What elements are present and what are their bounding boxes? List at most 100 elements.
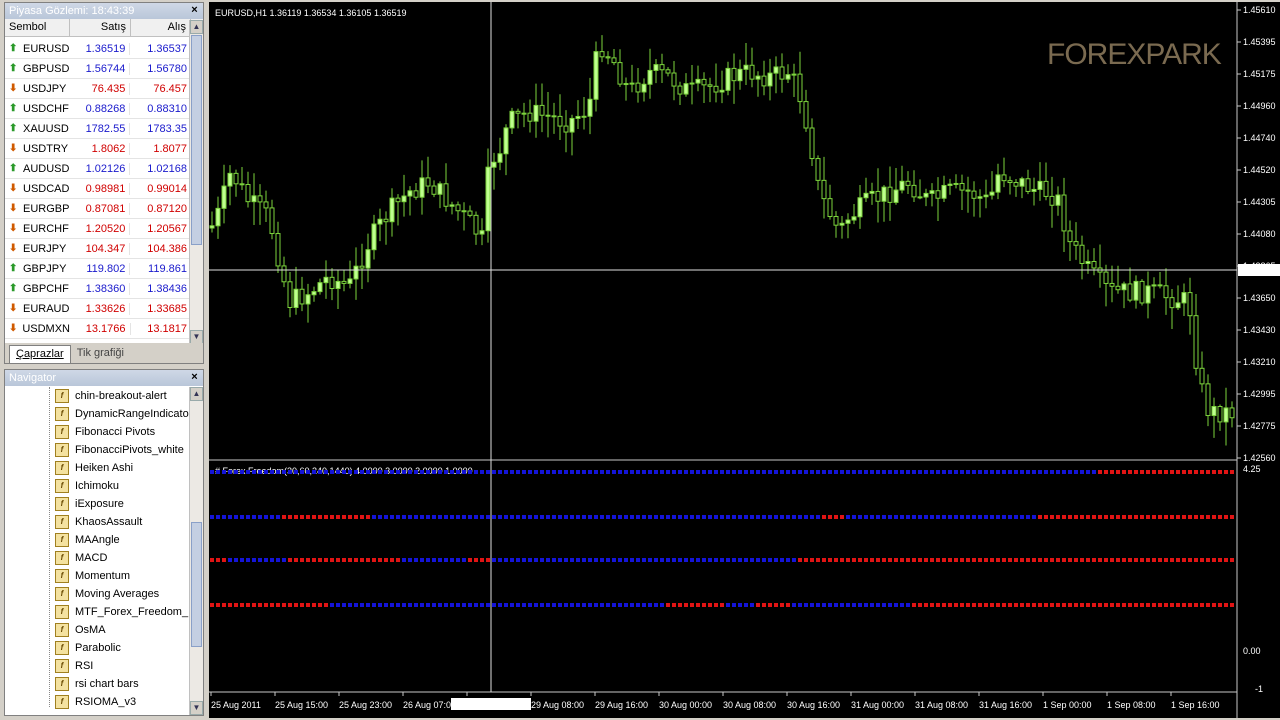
indicator-dot: [336, 603, 340, 607]
indicator-dot: [900, 470, 904, 474]
market-watch-row[interactable]: ⬇ USDTRY 1.8062 1.8077: [5, 139, 191, 159]
indicator-dot: [1068, 515, 1072, 519]
indicator-dot: [756, 470, 760, 474]
cursor-time-label: 2011.08.26 18:00: [453, 699, 522, 709]
market-watch-row[interactable]: ⬆ USDCHF 0.88268 0.88310: [5, 99, 191, 119]
market-watch-row[interactable]: ⬆ XAUUSD 1782.55 1783.35: [5, 119, 191, 139]
navigator-item[interactable]: f chin-breakout-alert: [5, 387, 189, 405]
candle-body: [1061, 194, 1067, 232]
indicator-dot: [612, 558, 616, 562]
navigator-item[interactable]: f DynamicRangeIndicator: [5, 405, 189, 423]
navigator-item[interactable]: f iExposure: [5, 495, 189, 513]
price-label: 1.44520: [1243, 165, 1276, 175]
navigator-item[interactable]: f MTF_Forex_Freedom_Bar: [5, 603, 189, 621]
navigator-item[interactable]: f RSIOMA_v3: [5, 693, 189, 711]
indicator-dot: [768, 558, 772, 562]
col-symbol[interactable]: Sembol: [5, 19, 70, 36]
close-icon[interactable]: ×: [188, 4, 201, 17]
indicator-dot: [1068, 558, 1072, 562]
indicator-dot: [1158, 470, 1162, 474]
navigator-item[interactable]: f OsMA: [5, 621, 189, 639]
chart-canvas[interactable]: 1.45610 1.45395 1.45175 1.44960 1.44740 1.445…: [209, 2, 1280, 718]
chart-header: EURUSD,H1 1.36119 1.36534 1.36105 1.3651…: [215, 8, 406, 18]
indicator-dot: [798, 470, 802, 474]
market-watch-row[interactable]: ⬆ EURUSD 1.36519 1.36537: [5, 39, 191, 59]
indicator-dot: [288, 515, 292, 519]
candle-body: [1187, 292, 1193, 317]
market-watch-row[interactable]: ⬇ EURJPY 104.347 104.386: [5, 239, 191, 259]
navigator-item[interactable]: f MACD: [5, 549, 189, 567]
market-watch-row[interactable]: ⬆ GBPCHF 1.38360 1.38436: [5, 279, 191, 299]
indicator-icon: f: [55, 407, 69, 421]
indicator-dot: [588, 470, 592, 474]
close-icon[interactable]: ×: [188, 371, 201, 384]
candle-body: [293, 288, 299, 309]
scroll-down-icon[interactable]: ▼: [190, 330, 203, 344]
indicator-dot: [570, 603, 574, 607]
indicator-dot: [876, 603, 880, 607]
indicator-dot: [1104, 603, 1108, 607]
bid-cell: 1.38360: [70, 282, 131, 295]
market-watch-titlebar[interactable]: Piyasa Gözlemi: 18:43:39 ×: [5, 3, 203, 19]
indicator-dot: [972, 603, 976, 607]
market-watch-row[interactable]: ⬇ USDMXN 13.1766 13.1817: [5, 319, 191, 339]
indicator-dot: [1044, 603, 1048, 607]
navigator-item[interactable]: f Heiken Ashi: [5, 459, 189, 477]
indicator-dot: [960, 470, 964, 474]
navigator-item[interactable]: f Ichimoku: [5, 477, 189, 495]
market-watch-row[interactable]: ⬆ GBPUSD 1.56744 1.56780: [5, 59, 191, 79]
indicator-dot: [384, 558, 388, 562]
indicator-dot: [618, 470, 622, 474]
market-watch-row[interactable]: ⬆ GBPJPY 119.802 119.861: [5, 259, 191, 279]
indicator-dot: [1044, 470, 1048, 474]
navigator-item[interactable]: f FibonacciPivots_white: [5, 441, 189, 459]
tab-tick-chart[interactable]: Tik grafiği: [71, 345, 130, 363]
indicator-dot: [666, 558, 670, 562]
indicator-dot: [930, 470, 934, 474]
navigator-item[interactable]: f rsi chart bars: [5, 675, 189, 693]
tab-crosses[interactable]: Çaprazlar: [9, 345, 71, 363]
col-ask[interactable]: Alış: [131, 19, 191, 36]
navigator-item[interactable]: f Fibonacci Pivots: [5, 423, 189, 441]
indicator-dot: [402, 558, 406, 562]
market-watch-row[interactable]: ⬇ EURAUD 1.33626 1.33685: [5, 299, 191, 319]
candle-body: [1229, 407, 1235, 419]
indicator-dot: [318, 470, 322, 474]
navigator-item[interactable]: f Parabolic: [5, 639, 189, 657]
indicator-dot: [360, 558, 364, 562]
scroll-thumb[interactable]: [191, 522, 202, 647]
market-watch-scrollbar[interactable]: ▲ ▼: [189, 20, 203, 344]
scroll-up-icon[interactable]: ▲: [190, 20, 203, 34]
indicator-dot: [1218, 558, 1222, 562]
scroll-down-icon[interactable]: ▼: [190, 701, 203, 715]
navigator-item[interactable]: f MAAngle: [5, 531, 189, 549]
navigator-item[interactable]: f RSI: [5, 657, 189, 675]
candle-body: [899, 180, 905, 191]
candle-body: [1169, 297, 1175, 309]
navigator-item[interactable]: f Momentum: [5, 567, 189, 585]
market-watch-row[interactable]: ⬇ USDJPY 76.435 76.457: [5, 79, 191, 99]
scroll-thumb[interactable]: [191, 35, 202, 245]
indicator-dot: [450, 603, 454, 607]
indicator-dot: [348, 558, 352, 562]
indicator-dot: [354, 515, 358, 519]
market-watch-row[interactable]: ⬇ USDCAD 0.98981 0.99014: [5, 179, 191, 199]
indicator-dot: [882, 603, 886, 607]
indicator-dot: [342, 558, 346, 562]
price-label: 1.42995: [1243, 389, 1276, 399]
market-watch-row[interactable]: ⬆ AUDUSD 1.02126 1.02168: [5, 159, 191, 179]
price-chart[interactable]: 1.45610 1.45395 1.45175 1.44960 1.44740 1.445…: [209, 2, 1280, 718]
navigator-scrollbar[interactable]: ▲ ▼: [189, 387, 203, 715]
ask-cell: 1.36537: [147, 42, 187, 55]
navigator-item[interactable]: f KhaosAssault: [5, 513, 189, 531]
market-watch-row[interactable]: ⬇ EURGBP 0.87081 0.87120: [5, 199, 191, 219]
navigator-item[interactable]: f Moving Averages: [5, 585, 189, 603]
candle-body: [803, 101, 809, 129]
navigator-titlebar[interactable]: Navigator ×: [5, 370, 203, 386]
indicator-dot: [330, 603, 334, 607]
col-bid[interactable]: Satış: [70, 19, 131, 36]
market-watch-row[interactable]: ⬇ EURCHF 1.20520 1.20567: [5, 219, 191, 239]
indicator-dot: [1104, 558, 1108, 562]
indicator-dot: [624, 558, 628, 562]
scroll-up-icon[interactable]: ▲: [190, 387, 203, 401]
